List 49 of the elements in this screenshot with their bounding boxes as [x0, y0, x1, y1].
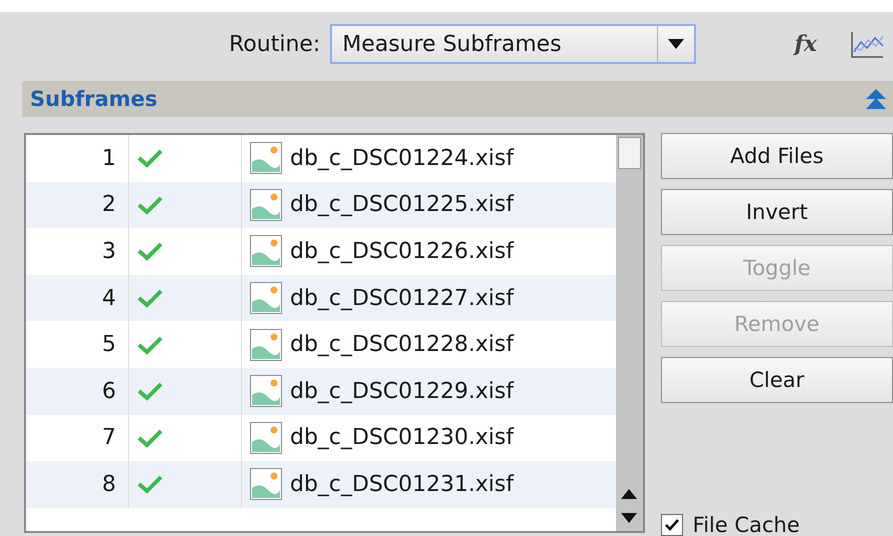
image-file-icon: [250, 468, 282, 500]
file-name[interactable]: db_c_DSC01226.xisf: [290, 238, 514, 264]
routine-dropdown[interactable]: Measure Subframes: [330, 24, 696, 64]
checkmark-icon[interactable]: [137, 148, 163, 168]
row-number: 1: [102, 146, 116, 171]
checkbox[interactable]: [660, 514, 683, 536]
collapse-icon[interactable]: [865, 88, 887, 110]
file-name[interactable]: db_c_DSC01231.xisf: [290, 472, 514, 497]
checkmark-icon[interactable]: [137, 474, 163, 494]
image-file-icon: [250, 188, 282, 221]
checkmark-icon[interactable]: [137, 241, 163, 262]
scroll-down-icon[interactable]: [621, 513, 638, 523]
row-number: 6: [102, 378, 116, 404]
chart-icon[interactable]: [850, 30, 883, 58]
scroll-up-icon[interactable]: [621, 489, 638, 499]
image-file-icon: [250, 142, 282, 174]
checkmark-icon[interactable]: [137, 334, 163, 355]
image-file-icon: [250, 375, 282, 408]
image-file-icon: [250, 282, 282, 314]
action-button[interactable]: Invert: [660, 189, 893, 235]
file-name[interactable]: db_c_DSC01229.xisf: [290, 378, 514, 404]
row-number: 2: [102, 192, 116, 218]
checkmark-icon[interactable]: [137, 194, 163, 215]
formula-button[interactable]: fx: [794, 31, 817, 57]
checkmark-icon[interactable]: [137, 381, 163, 402]
scroll-thumb[interactable]: [618, 137, 641, 169]
file-name[interactable]: db_c_DSC01225.xisf: [290, 192, 514, 218]
checkbox-label: File Cache: [692, 513, 800, 536]
checkmark-icon[interactable]: [137, 428, 163, 448]
row-number: 4: [102, 286, 116, 311]
file-name[interactable]: db_c_DSC01230.xisf: [290, 425, 514, 450]
dropdown-arrow-icon: [668, 39, 684, 49]
action-button[interactable]: Add Files: [660, 133, 893, 179]
image-file-icon: [250, 422, 282, 454]
row-number: 5: [102, 332, 116, 358]
scrollbar[interactable]: [616, 135, 643, 531]
action-button[interactable]: Clear: [660, 357, 893, 403]
row-number: 7: [102, 425, 116, 450]
file-name[interactable]: db_c_DSC01227.xisf: [290, 286, 514, 311]
file-name[interactable]: db_c_DSC01224.xisf: [290, 146, 514, 171]
file-name[interactable]: db_c_DSC01228.xisf: [290, 332, 514, 358]
section-title: Subframes: [30, 87, 158, 111]
image-file-icon: [250, 328, 282, 361]
image-file-icon: [250, 235, 282, 268]
checkmark-icon[interactable]: [137, 288, 163, 308]
routine-label: Routine:: [229, 32, 320, 56]
check-icon: [664, 518, 680, 532]
row-number: 8: [102, 472, 116, 497]
row-number: 3: [102, 238, 116, 264]
